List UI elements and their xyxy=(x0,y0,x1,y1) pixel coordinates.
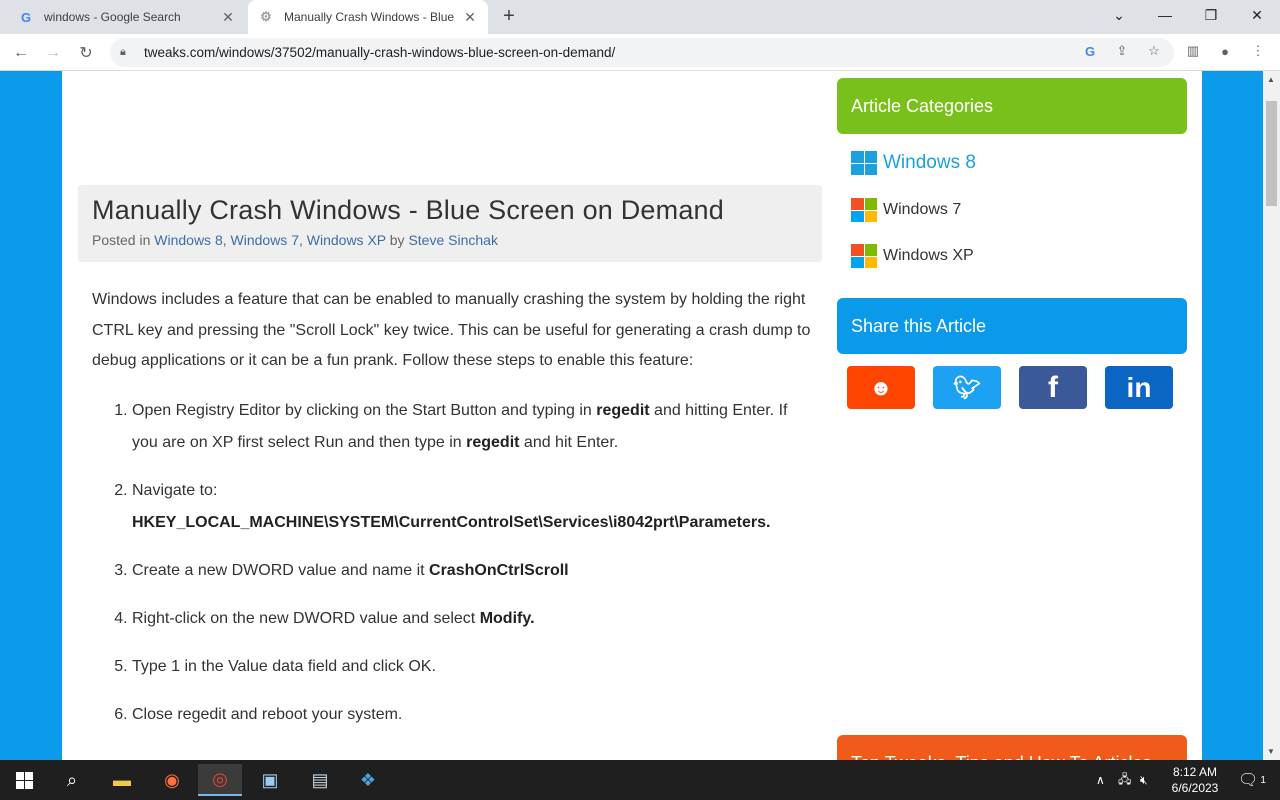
close-window-icon[interactable]: ✕ xyxy=(1235,0,1279,30)
forward-icon[interactable]: → xyxy=(40,40,66,66)
list-item: Open Registry Editor by clicking on the … xyxy=(132,395,812,459)
google-g-icon: G xyxy=(20,9,32,25)
chrome-icon[interactable]: ◎ xyxy=(198,764,242,796)
notifications-icon[interactable]: 🗨︎ 1 xyxy=(1238,760,1266,800)
scroll-up-arrow-icon[interactable]: ▲ xyxy=(1267,75,1275,84)
clock-time: 8:12 AM xyxy=(1172,765,1218,779)
list-item: Close regedit and reboot your system. xyxy=(132,699,812,731)
menu-kebab-icon[interactable]: ⋮ xyxy=(1248,41,1268,61)
windows-xp-logo-icon xyxy=(851,244,877,268)
scrollbar-thumb[interactable] xyxy=(1266,101,1277,206)
minimize-icon[interactable]: — xyxy=(1143,0,1187,30)
network-icon[interactable]: 🖧︎ xyxy=(1118,760,1131,800)
registry-editor-icon[interactable]: ❖ xyxy=(346,764,390,796)
tab-tweaks-article[interactable]: ⚙ Manually Crash Windows - Blue ✕ xyxy=(248,0,488,34)
lock-icon[interactable]: 🔒︎ xyxy=(120,46,134,59)
search-icon[interactable]: ⌕ xyxy=(50,764,94,796)
tab-strip: G windows - Google Search ✕ ⚙ Manually C… xyxy=(0,0,1280,34)
tab-search-chevron-icon[interactable]: ⌄ xyxy=(1097,0,1141,30)
category-label[interactable]: Windows XP xyxy=(883,247,974,265)
taskbar-clock[interactable]: 8:12 AM 6/6/2023 xyxy=(1166,764,1224,796)
author-link[interactable]: Steve Sinchak xyxy=(408,232,498,248)
steps-list: Open Registry Editor by clicking on the … xyxy=(92,395,812,731)
linkedin-share-button[interactable]: in xyxy=(1105,366,1173,409)
list-item: Right-click on the new DWORD value and s… xyxy=(132,603,812,635)
intro-paragraph: Windows includes a feature that can be e… xyxy=(92,291,811,369)
facebook-icon: f xyxy=(1048,370,1058,404)
linkedin-icon: in xyxy=(1126,371,1152,403)
category-link-windows-8[interactable]: Windows 8 xyxy=(154,232,222,248)
article-body: Windows includes a feature that can be e… xyxy=(92,285,812,747)
remote-desktop-icon[interactable]: ▣ xyxy=(248,764,292,796)
top-articles-heading: Top Tweaks, Tips and How To Articles xyxy=(837,735,1187,760)
share-icon[interactable]: ⇪ xyxy=(1112,41,1132,61)
google-lens-icon[interactable]: G xyxy=(1080,41,1100,61)
clock-date: 6/6/2023 xyxy=(1171,781,1219,795)
facebook-share-button[interactable]: f xyxy=(1019,366,1087,409)
firefox-icon[interactable]: ◉ xyxy=(150,764,194,796)
restore-icon[interactable]: ❐ xyxy=(1189,0,1233,30)
reload-icon[interactable]: ↻ xyxy=(73,40,99,66)
posted-in-label: Posted in xyxy=(92,232,151,248)
page-scrollbar[interactable]: ▲ ▼ xyxy=(1263,71,1280,760)
sidebar-category-windows-8[interactable]: Windows 8 xyxy=(851,151,976,175)
page-viewport: Manually Crash Windows - Blue Screen on … xyxy=(0,71,1263,760)
tweaks-icon: ⚙ xyxy=(260,9,272,24)
list-item: Type 1 in the Value data field and click… xyxy=(132,651,812,683)
twitter-share-button[interactable]: 🐦︎ xyxy=(933,366,1001,409)
start-windows-icon[interactable] xyxy=(2,764,46,796)
file-explorer-icon[interactable]: ▬ xyxy=(100,764,144,796)
volume-muted-icon[interactable]: 🔇︎ xyxy=(1140,760,1148,800)
category-link-windows-xp[interactable]: Windows XP xyxy=(307,232,386,248)
sidebar-category-windows-xp[interactable]: Windows XP xyxy=(851,244,974,268)
tab-title: Manually Crash Windows - Blue xyxy=(284,10,455,24)
windows-taskbar: ⌕ ▬ ◉ ◎ ▣ ▤ ❖ ∧ 🖧︎ 🔇︎ 8:12 AM 6/6/2023 🗨… xyxy=(0,760,1280,800)
windows-7-logo-icon xyxy=(851,198,877,222)
windows-8-logo-icon xyxy=(851,151,877,175)
reddit-share-button[interactable]: ☻ xyxy=(847,366,915,409)
article-categories-heading: Article Categories xyxy=(837,78,1187,134)
profile-avatar-icon[interactable]: ● xyxy=(1215,41,1235,61)
share-article-heading: Share this Article xyxy=(837,298,1187,354)
category-label[interactable]: Windows 7 xyxy=(883,201,961,219)
bookmark-star-icon[interactable]: ☆ xyxy=(1144,41,1164,61)
category-link-windows-7[interactable]: Windows 7 xyxy=(231,232,299,248)
address-bar[interactable]: 🔒︎ tweaks.com/windows/37502/manually-cra… xyxy=(110,38,1174,67)
close-icon[interactable]: ✕ xyxy=(220,9,236,26)
page-title: Manually Crash Windows - Blue Screen on … xyxy=(92,195,724,225)
notification-count: 1 xyxy=(1260,774,1266,786)
scroll-down-arrow-icon[interactable]: ▼ xyxy=(1267,747,1275,756)
network-app-icon[interactable]: ▤ xyxy=(298,764,342,796)
url-text[interactable]: tweaks.com/windows/37502/manually-crash-… xyxy=(144,45,1174,60)
close-icon[interactable]: ✕ xyxy=(462,9,478,26)
article-header: Manually Crash Windows - Blue Screen on … xyxy=(78,185,822,262)
list-item: Create a new DWORD value and name it Cra… xyxy=(132,555,812,587)
list-item: Navigate to: HKEY_LOCAL_MACHINE\SYSTEM\C… xyxy=(132,475,812,539)
tray-chevron-icon[interactable]: ∧ xyxy=(1096,760,1105,800)
sidebar-category-windows-7[interactable]: Windows 7 xyxy=(851,198,961,222)
twitter-icon: 🐦︎ xyxy=(953,374,981,400)
article-meta: Posted in Windows 8, Windows 7, Windows … xyxy=(92,232,498,248)
browser-toolbar: ← → ↻ 🔒︎ tweaks.com/windows/37502/manual… xyxy=(0,34,1280,71)
back-icon[interactable]: ← xyxy=(8,40,34,66)
by-label: by xyxy=(389,232,405,248)
tab-title: windows - Google Search xyxy=(44,10,181,24)
category-label[interactable]: Windows 8 xyxy=(883,152,976,174)
reddit-icon: ☻ xyxy=(869,374,893,400)
side-panel-icon[interactable]: ▥ xyxy=(1183,41,1203,61)
tab-google-search[interactable]: G windows - Google Search ✕ xyxy=(8,0,246,34)
new-tab-button[interactable]: + xyxy=(498,6,520,28)
page-content-column: Manually Crash Windows - Blue Screen on … xyxy=(62,71,1202,760)
